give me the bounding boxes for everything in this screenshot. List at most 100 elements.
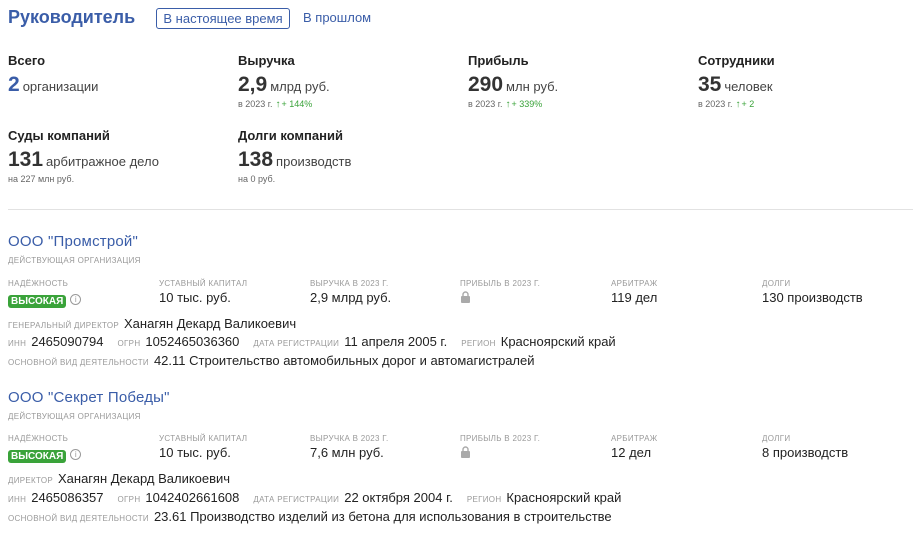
col-arbitration-header: Арбитраж: [611, 279, 658, 288]
region-label: Регион: [466, 495, 502, 504]
ids-row: ИНН 2465086357 ОГРН 1042402661608 Дата регис…: [8, 489, 635, 507]
info-icon[interactable]: i: [70, 449, 82, 461]
col-reliability-header: Надёжность: [8, 279, 69, 288]
page-title: Руководитель: [8, 7, 136, 27]
col-capital-header: Уставный капитал: [159, 279, 248, 288]
stat-profit-unit: млн руб.: [506, 79, 559, 94]
debts-value[interactable]: 130 производств: [762, 290, 863, 305]
stat-profit-label: Прибыль: [468, 53, 529, 68]
col-revenue-header: Выручка в 2023 г.: [310, 279, 389, 288]
debts-value[interactable]: 8 производств: [762, 445, 848, 460]
inn-label: ИНН: [8, 339, 27, 348]
activity-label: Основной вид деятельности: [8, 514, 149, 523]
stat-employees-value: 35: [698, 73, 722, 96]
stat-courts: Суды компаний 131 арбитражное дело на 227…: [8, 128, 159, 184]
arbitration-value[interactable]: 12 дел: [611, 445, 651, 460]
tab-past[interactable]: В прошлом: [303, 10, 371, 25]
director-label: Директор: [8, 476, 53, 485]
arrow-up-icon: ↑: [275, 99, 281, 110]
director-name[interactable]: Ханагян Декард Валикоевич: [124, 316, 296, 331]
org-status: Действующая организация: [8, 256, 141, 265]
stat-revenue-value: 2,9: [238, 73, 268, 96]
ogrn-value: 1052465036360: [145, 334, 240, 349]
stat-employees-year: в 2023 г.: [698, 99, 733, 109]
activity-label: Основной вид деятельности: [8, 358, 149, 367]
stat-debts: Долги компаний 138 производств на 0 руб.: [238, 128, 351, 184]
inn-label: ИНН: [8, 495, 27, 504]
stat-total-unit: организации: [22, 79, 99, 94]
reg-date-label: Дата регистрации: [253, 495, 340, 504]
col-arbitration-header: Арбитраж: [611, 434, 658, 443]
stat-debts-label: Долги компаний: [238, 128, 343, 143]
ids-row: ИНН 2465090794 ОГРН 1052465036360 Дата регис…: [8, 333, 630, 351]
col-revenue-header: Выручка в 2023 г.: [310, 434, 389, 443]
col-profit-header: Прибыль в 2023 г.: [460, 434, 541, 443]
stat-profit: Прибыль 290 млн руб. в 2023 г. ↑+ 339%: [468, 53, 558, 110]
stat-debts-unit: производств: [276, 154, 352, 169]
inn-value: 2465090794: [31, 334, 104, 349]
ogrn-label: ОГРН: [117, 339, 141, 348]
stat-total-label: Всего: [8, 53, 46, 68]
stat-employees: Сотрудники 35 человек в 2023 г. ↑+ 2: [698, 53, 775, 110]
director-name[interactable]: Ханагян Декард Валикоевич: [58, 471, 230, 486]
activity-value: 42.11 Строительство автомобильных дорог …: [153, 353, 535, 368]
divider: [8, 209, 913, 210]
col-debts-header: Долги: [762, 279, 791, 288]
region-value: Красноярский край: [506, 490, 622, 505]
capital-value: 10 тыс. руб.: [159, 290, 231, 305]
stat-debts-value[interactable]: 138: [238, 148, 273, 171]
org-name-link[interactable]: ООО "Секрет Победы": [8, 389, 170, 406]
stat-employees-unit: человек: [724, 79, 773, 94]
info-icon[interactable]: i: [70, 294, 82, 306]
region-label: Регион: [461, 339, 496, 348]
reliability-badge: Высокая: [8, 450, 67, 463]
stat-profit-value: 290: [468, 73, 504, 96]
col-reliability-header: Надёжность: [8, 434, 69, 443]
stat-revenue-year: в 2023 г.: [238, 99, 273, 109]
inn-value: 2465086357: [31, 490, 104, 505]
reg-date-value: 11 апреля 2005 г.: [344, 334, 448, 349]
stat-revenue-label: Выручка: [238, 53, 295, 68]
col-profit-header: Прибыль в 2023 г.: [460, 279, 541, 288]
lock-icon: [460, 445, 471, 463]
stat-courts-label: Суды компаний: [8, 128, 110, 143]
activity-row: Основной вид деятельности 42.11 Строитель…: [8, 352, 549, 370]
arbitration-value[interactable]: 119 дел: [611, 290, 657, 305]
activity-value: 23.61 Производство изделий из бетона для…: [153, 509, 612, 524]
stat-revenue-unit: млрд руб.: [270, 79, 330, 94]
stat-employees-delta: + 2: [741, 99, 755, 109]
org-status: Действующая организация: [8, 412, 141, 421]
stat-total: Всего 2 организации: [8, 53, 98, 97]
arrow-up-icon: ↑: [735, 99, 741, 110]
col-capital-header: Уставный капитал: [159, 434, 248, 443]
stat-debts-sub: на 0 руб.: [238, 174, 276, 184]
director-row: Генеральный директор Ханагян Декард Валик…: [8, 315, 310, 333]
ogrn-label: ОГРН: [117, 495, 141, 504]
stat-courts-value[interactable]: 131: [8, 148, 43, 171]
arrow-up-icon: ↑: [505, 99, 511, 110]
stat-profit-year: в 2023 г.: [468, 99, 503, 109]
capital-value: 10 тыс. руб.: [159, 445, 231, 460]
reg-date-value: 22 октября 2004 г.: [344, 490, 453, 505]
tab-current[interactable]: В настоящее время: [156, 8, 290, 29]
reliability-cell: Высокая i: [8, 291, 82, 309]
activity-row: Основной вид деятельности 23.61 Производс…: [8, 508, 626, 526]
stat-total-value[interactable]: 2: [8, 73, 20, 96]
director-label: Генеральный директор: [8, 321, 120, 330]
ogrn-value: 1042402661608: [145, 490, 240, 505]
col-debts-header: Долги: [762, 434, 791, 443]
revenue-value: 2,9 млрд руб.: [310, 290, 392, 305]
reliability-cell: Высокая i: [8, 446, 82, 464]
stat-revenue: Выручка 2,9 млрд руб. в 2023 г. ↑+ 144%: [238, 53, 330, 110]
page: Руководитель В настоящее время В прошлом…: [0, 0, 918, 543]
stat-employees-label: Сотрудники: [698, 53, 775, 68]
lock-icon: [460, 290, 471, 308]
stat-courts-unit: арбитражное дело: [46, 154, 159, 169]
revenue-value: 7,6 млн руб.: [310, 445, 384, 460]
stat-courts-sub: на 227 млн руб.: [8, 174, 75, 184]
region-value: Красноярский край: [500, 334, 616, 349]
stat-profit-delta: + 339%: [511, 99, 543, 109]
reliability-badge: Высокая: [8, 295, 67, 308]
director-row: Директор Ханагян Декард Валикоевич: [8, 470, 244, 488]
org-name-link[interactable]: ООО "Промстрой": [8, 233, 138, 250]
